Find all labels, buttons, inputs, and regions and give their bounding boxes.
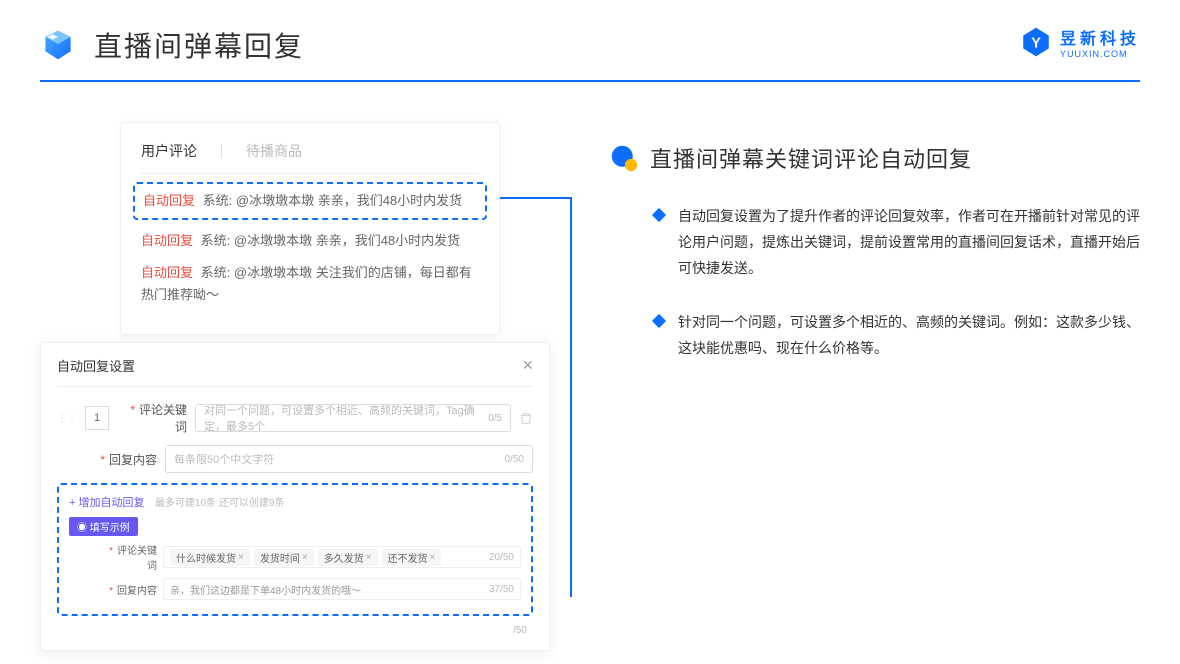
brand-logo: Y 昱新科技 YUUXIN.COM	[1020, 25, 1140, 59]
keyword-tag[interactable]: 什么时候发货×	[170, 549, 250, 566]
char-count: 0/5	[488, 413, 502, 424]
system-prefix: 系统:	[201, 233, 231, 248]
placeholder-text: 对同一个问题，可设置多个相近、高频的关键词，Tag确定，最多5个	[204, 402, 488, 434]
example-highlight: + 增加自动回复 最多可建10条 还可以创建9条 ◉ 填写示例 *评论关键词 什…	[57, 483, 533, 616]
highlighted-comment: 自动回复 系统: @冰墩墩本墩 亲亲，我们48小时内发货	[133, 182, 487, 220]
brand-icon: Y	[1020, 26, 1052, 58]
svg-text:Y: Y	[1031, 36, 1041, 52]
char-count: 20/50	[489, 552, 514, 563]
add-hint: 最多可建10条 还可以创建9条	[155, 498, 284, 509]
bubble-icon	[610, 144, 638, 172]
brand-url: YUUXIN.COM	[1060, 49, 1140, 59]
extra-count: /50	[513, 625, 527, 636]
example-content-text: 亲，我们这边都是下单48小时内发货的哦～	[170, 582, 361, 597]
comment-text: @冰墩墩本墩 亲亲，我们48小时内发货	[234, 233, 460, 248]
auto-reply-tag: 自动回复	[141, 265, 193, 280]
comment-text: @冰墩墩本墩 亲亲，我们48小时内发货	[236, 193, 462, 208]
page-title: 直播间弹幕回复	[94, 25, 304, 65]
section-title: 直播间弹幕关键词评论自动回复	[650, 142, 972, 174]
order-number: 1	[85, 406, 109, 430]
close-icon[interactable]: ×	[522, 355, 533, 376]
comments-panel: 用户评论 待播商品 自动回复 系统: @冰墩墩本墩 亲亲，我们48小时内发货 自…	[120, 122, 500, 335]
brand-name: 昱新科技	[1060, 25, 1140, 49]
char-count: 0/50	[505, 454, 524, 465]
example-kw-input[interactable]: 什么时候发货×发货时间×多久发货×还不发货× 20/50	[163, 546, 521, 568]
system-prefix: 系统:	[201, 265, 231, 280]
cube-icon	[40, 27, 76, 63]
trash-icon[interactable]	[519, 411, 533, 425]
example-kw-label: *评论关键词	[109, 542, 157, 572]
content-label: *回复内容	[99, 451, 157, 468]
add-reply-link[interactable]: + 增加自动回复	[69, 497, 144, 509]
diamond-icon	[652, 208, 666, 222]
placeholder-text: 每条限50个中文字符	[174, 451, 274, 467]
modal-title: 自动回复设置	[57, 356, 135, 375]
keyword-tag[interactable]: 发货时间×	[254, 549, 314, 566]
tab-divider	[221, 144, 222, 158]
tag-list: 什么时候发货×发货时间×多久发货×还不发货×	[170, 549, 445, 566]
drag-handle-icon[interactable]: ⋮⋮	[57, 413, 77, 424]
diamond-icon	[652, 314, 666, 328]
example-content-input[interactable]: 亲，我们这边都是下单48小时内发货的哦～ 37/50	[163, 578, 521, 600]
auto-reply-tag: 自动回复	[141, 233, 193, 248]
example-content-label: *回复内容	[109, 582, 157, 597]
system-prefix: 系统:	[203, 193, 233, 208]
example-badge: ◉ 填写示例	[69, 517, 138, 536]
keyword-tag[interactable]: 还不发货×	[382, 549, 442, 566]
content-input[interactable]: 每条限50个中文字符 0/50	[165, 445, 533, 473]
auto-reply-tag: 自动回复	[143, 193, 195, 208]
bullet-text: 自动回复设置为了提升作者的评论回复效率，作者可在开播前针对常见的评论用户问题，提…	[678, 204, 1140, 282]
tab-user-comments[interactable]: 用户评论	[141, 141, 197, 161]
keyword-tag[interactable]: 多久发货×	[318, 549, 378, 566]
keyword-label: *评论关键词	[129, 401, 187, 435]
keyword-input[interactable]: 对同一个问题，可设置多个相近、高频的关键词，Tag确定，最多5个 0/5	[195, 404, 511, 432]
char-count: 37/50	[489, 584, 514, 595]
settings-modal: 自动回复设置 × ⋮⋮ 1 *评论关键词 对同一个问题，可设置多个相近、高频的关…	[40, 342, 550, 651]
tab-products[interactable]: 待播商品	[246, 141, 302, 161]
bullet-text: 针对同一个问题，可设置多个相近的、高频的关键词。例如：这款多少钱、这块能优惠吗、…	[678, 310, 1140, 362]
